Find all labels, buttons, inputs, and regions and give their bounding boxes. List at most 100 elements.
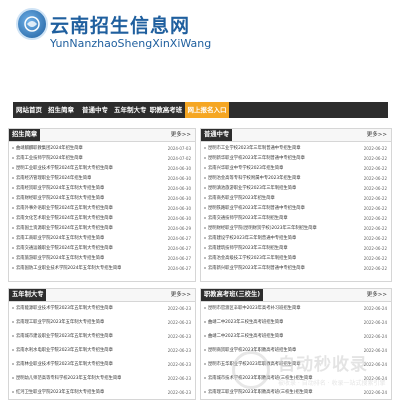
list-item[interactable]: 云南经济管理职业学院2024年招生简章 2024-06-30 bbox=[9, 174, 195, 184]
more-link[interactable]: 更多>> bbox=[367, 289, 387, 301]
list-item[interactable]: 曲靖二中2023年三校生高考班招生简章 2022-06-24 bbox=[201, 318, 391, 328]
item-date: 2024-06-30 bbox=[167, 196, 191, 201]
item-title[interactable]: 云南冶金高级技工学校2023年三年制招生简章 bbox=[208, 254, 296, 264]
list-item[interactable]: 云南商务职业学院2023年招生简章 2022-06-22 bbox=[201, 194, 391, 204]
item-title[interactable]: 云南新兴职业学院2023年三年制普通中专招生简章 bbox=[208, 264, 305, 274]
item-title[interactable]: 云南兴华职业中专学校2023年招生简章 bbox=[208, 164, 283, 174]
panel-zhaosheng: 招生简章 更多>> 曲靖麒麟职教集团2024年招生简章 2024-07-03 云南… bbox=[8, 128, 196, 282]
list-item[interactable]: 云南国土资源职业学院2024年五年制大专招生简章 2024-06-29 bbox=[9, 224, 195, 234]
list-item[interactable]: 曲靖二中2023年三校生高考班招生简章 2022-06-24 bbox=[201, 332, 391, 342]
list-item[interactable]: 云南经贸职业学院2024年五年制大专招生简章 2024-06-30 bbox=[9, 184, 195, 194]
list-item[interactable]: 云南新兴职业学院2023年三年制普通中专招生简章 2022-06-22 bbox=[201, 264, 391, 274]
nav-item-wunianzhi[interactable]: 五年制大专 bbox=[114, 102, 147, 118]
item-title[interactable]: 云南能源职业技术学院2023年五年制大专招生简章 bbox=[16, 304, 113, 314]
item-date: 2022-06-24 bbox=[363, 306, 387, 311]
item-title[interactable]: 云南林业职业技术学院2023年五年制大专招生简章 bbox=[16, 360, 113, 370]
bullet-icon bbox=[204, 197, 206, 199]
item-date: 2024-06-30 bbox=[167, 176, 191, 181]
item-title[interactable]: 云南经济管理职业学院2024年招生简章 bbox=[16, 174, 91, 184]
item-title[interactable]: 云南国防工业职业技术学院2024年五年制大专招生简章 bbox=[16, 264, 121, 274]
list-item[interactable]: 云南工业技师学院2024年招生简章 2024-07-02 bbox=[9, 154, 195, 164]
item-title[interactable]: 昆明工业职业技术学院2024年五年制大专招生简章 bbox=[16, 164, 113, 174]
more-link[interactable]: 更多>> bbox=[171, 289, 191, 301]
item-title[interactable]: 昆明幼儿师范高等专科学校2023年五年制大专招生简章 bbox=[16, 374, 121, 384]
list-item[interactable]: 昆明冶金高等专科学校附属中专2023年招生简章 2022-06-22 bbox=[201, 174, 391, 184]
item-title[interactable]: 昆明市工业学校2023年三年制普通中专招生简章 bbox=[208, 144, 301, 154]
list-item[interactable]: 昆明铁路职业学校2023年三年制普通中专招生简章 2022-06-22 bbox=[201, 204, 391, 214]
item-title[interactable]: 昆明新华职业学校2023年三年制普通中专招生简章 bbox=[208, 154, 305, 164]
item-date: 2024-06-30 bbox=[167, 216, 191, 221]
item-title[interactable]: 云南建设学校2023年三年制普通中专招生简章 bbox=[208, 234, 296, 244]
item-title[interactable]: 云南水利水电职业学院2023年五年制大专招生简章 bbox=[16, 346, 113, 356]
item-title[interactable]: 昆明滇池旅游职业学校2023年三年制招生简章 bbox=[208, 184, 296, 194]
item-date: 2022-06-22 bbox=[363, 236, 387, 241]
list-item[interactable]: 云南冶金高级技工学校2023年三年制招生简章 2022-06-22 bbox=[201, 254, 391, 264]
list-item[interactable]: 昆明幼儿师范高等专科学校2023年五年制大专招生简章 2022-06-23 bbox=[9, 374, 195, 384]
list-item[interactable]: 云南外事外语职业学院2024年五年制大专招生简章 2024-06-30 bbox=[9, 204, 195, 214]
list-item[interactable]: 昆明财经职业学院(昆明财贸学校)2023年三年制招生简章 2022-06-22 bbox=[201, 224, 391, 234]
list-item[interactable]: 云南建筑技师学院2023年三年制招生简章 2022-06-22 bbox=[201, 244, 391, 254]
list-item[interactable]: 云南林业职业技术学院2023年五年制大专招生简章 2022-06-23 bbox=[9, 360, 195, 370]
list-item[interactable]: 云南国防工业职业技术学院2024年五年制大专招生简章 2024-06-27 bbox=[9, 264, 195, 274]
item-title[interactable]: 云南旅游职业学院2024年五年制大专招生简章 bbox=[16, 254, 104, 264]
list-item[interactable]: 昆明新华职业学校2023年三年制普通中专招生简章 2022-06-22 bbox=[201, 154, 391, 164]
nav-item-zhongzhuan[interactable]: 普通中专 bbox=[82, 102, 108, 118]
item-title[interactable]: 昆明铁路职业学校2023年三年制普通中专招生简章 bbox=[208, 204, 305, 214]
list-item[interactable]: 云南文化艺术职业学院2024年五年制大专招生简章 2024-06-30 bbox=[9, 214, 195, 224]
list-item[interactable]: 云南城市建设职业学院2023年五年制大专招生简章 2022-06-23 bbox=[9, 332, 195, 342]
item-title[interactable]: 云南国土资源职业学院2024年五年制大专招生简章 bbox=[16, 224, 113, 234]
item-title[interactable]: 云南建筑技师学院2023年三年制招生简章 bbox=[208, 244, 288, 254]
item-title[interactable]: 云南商务职业学院2023年招生简章 bbox=[208, 194, 275, 204]
item-title[interactable]: 昆明冶金高等专科学校附属中专2023年招生简章 bbox=[208, 174, 301, 184]
list-item[interactable]: 昆明市工业学校2023年三年制普通中专招生简章 2022-06-22 bbox=[201, 144, 391, 154]
list-item[interactable]: 云南水利水电职业学院2023年五年制大专招生简章 2022-06-23 bbox=[9, 346, 195, 356]
site-logo-icon[interactable] bbox=[16, 8, 48, 40]
list-item[interactable]: 云南旅游职业学院2024年五年制大专招生简章 2024-06-27 bbox=[9, 254, 195, 264]
panel-title[interactable]: 招生简章 bbox=[9, 129, 41, 141]
nav-item-zhijiao[interactable]: 职教高考班 bbox=[149, 102, 183, 118]
item-title[interactable]: 云南财经职业学院2024年五年制大专招生简章 bbox=[16, 194, 104, 204]
more-link[interactable]: 更多>> bbox=[367, 129, 387, 141]
item-title[interactable]: 云南工业技师学院2024年招生简章 bbox=[16, 154, 83, 164]
item-title[interactable]: 云南理工职业学院2023年五年制大专招生简章 bbox=[16, 318, 104, 328]
item-title[interactable]: 云南交通运输职业学院2024年五年制大专招生简章 bbox=[16, 244, 113, 254]
item-title[interactable]: 云南文化艺术职业学院2024年五年制大专招生简章 bbox=[16, 214, 113, 224]
more-link[interactable]: 更多>> bbox=[171, 129, 191, 141]
item-title[interactable]: 曲靖麒麟职教集团2024年招生简章 bbox=[16, 144, 83, 154]
panel-title[interactable]: 普通中专 bbox=[201, 129, 233, 141]
list-item[interactable]: 云南建设学校2023年三年制普通中专招生简章 2022-06-22 bbox=[201, 234, 391, 244]
item-date: 2022-06-22 bbox=[363, 146, 387, 151]
list-item[interactable]: 昆明工业职业技术学院2024年五年制大专招生简章 2024-06-30 bbox=[9, 164, 195, 174]
list-item[interactable]: 云南工商职业学院2024年五年制大专招生简章 2024-06-27 bbox=[9, 234, 195, 244]
nav-item-zhaosheng[interactable]: 招生简章 bbox=[48, 102, 74, 118]
list-item[interactable]: 云南交通技师学院2023年三年制招生简章 2022-06-22 bbox=[201, 214, 391, 224]
list-item[interactable]: 昆明市官渡区辛职中2023年高考补习班招生简章 2022-06-24 bbox=[201, 304, 391, 314]
item-date: 2024-06-30 bbox=[167, 166, 191, 171]
item-title[interactable]: 昆明财经职业学院(昆明财贸学校)2023年三年制招生简章 bbox=[208, 224, 317, 234]
item-title[interactable]: 昆明市官渡区辛职中2023年高考补习班招生简章 bbox=[208, 304, 301, 314]
item-title[interactable]: 云南交通技师学院2023年三年制招生简章 bbox=[208, 214, 288, 224]
list-item[interactable]: 云南理工职业学院2023年五年制大专招生简章 2022-06-23 bbox=[9, 318, 195, 328]
bullet-icon bbox=[204, 147, 206, 149]
item-title[interactable]: 云南城市建设职业学院2023年五年制大专招生简章 bbox=[16, 332, 113, 342]
item-title[interactable]: 云南经贸职业学院2024年五年制大专招生简章 bbox=[16, 184, 104, 194]
list-item[interactable]: 云南能源职业技术学院2023年五年制大专招生简章 2022-06-23 bbox=[9, 304, 195, 314]
list-item[interactable]: 云南兴华职业中专学校2023年招生简章 2022-06-22 bbox=[201, 164, 391, 174]
list-item[interactable]: 红河卫生职业学院2023年五年制大专招生简章 2022-06-23 bbox=[9, 388, 195, 398]
item-title[interactable]: 曲靖二中2023年三校生高考班招生简章 bbox=[208, 318, 283, 328]
item-title[interactable]: 红河卫生职业学院2023年五年制大专招生简章 bbox=[16, 388, 104, 398]
list-item[interactable]: 曲靖麒麟职教集团2024年招生简章 2024-07-03 bbox=[9, 144, 195, 154]
site-title[interactable]: 云南招生信息网 bbox=[50, 11, 190, 38]
item-title[interactable]: 云南外事外语职业学院2024年五年制大专招生简章 bbox=[16, 204, 113, 214]
bullet-icon bbox=[12, 237, 14, 239]
nav-item-online-registration[interactable]: 网上报名入口 bbox=[185, 102, 229, 118]
item-title[interactable]: 云南工商职业学院2024年五年制大专招生简章 bbox=[16, 234, 104, 244]
bullet-icon bbox=[12, 227, 14, 229]
item-title[interactable]: 曲靖二中2023年三校生高考班招生简章 bbox=[208, 332, 283, 342]
list-item[interactable]: 云南财经职业学院2024年五年制大专招生简章 2024-06-30 bbox=[9, 194, 195, 204]
panel-title[interactable]: 职教高考班(三校生) bbox=[201, 289, 264, 301]
list-item[interactable]: 昆明滇池旅游职业学校2023年三年制招生简章 2022-06-22 bbox=[201, 184, 391, 194]
list-item[interactable]: 云南交通运输职业学院2024年五年制大专招生简章 2024-06-27 bbox=[9, 244, 195, 254]
nav-item-home[interactable]: 网站首页 bbox=[16, 102, 42, 118]
panel-title[interactable]: 五年制大专 bbox=[9, 289, 47, 301]
